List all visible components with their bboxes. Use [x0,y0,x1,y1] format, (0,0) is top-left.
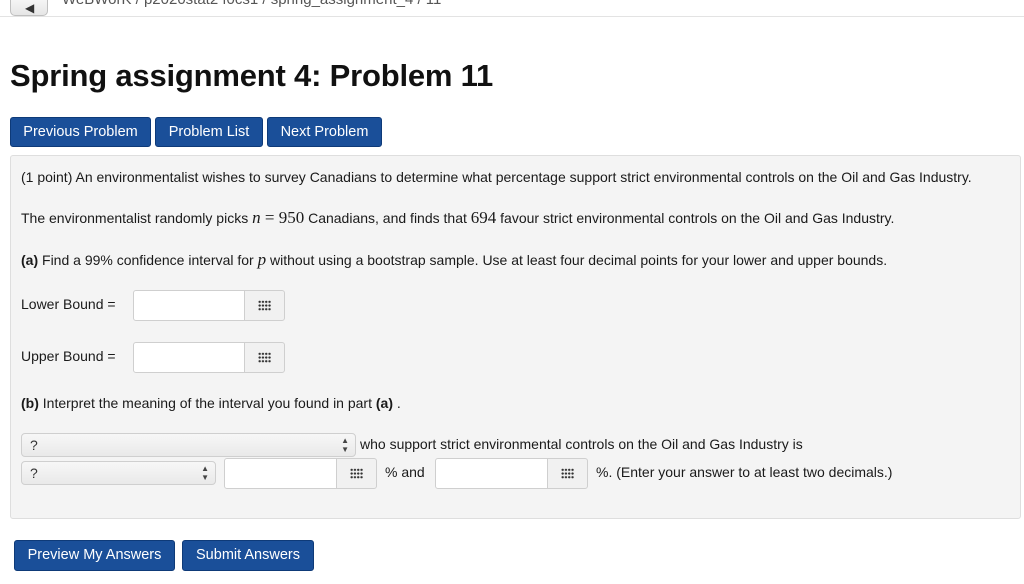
interval-low-input[interactable] [224,458,337,489]
part-b-question: (b) Interpret the meaning of the interva… [21,395,401,411]
part-b-text-1: Interpret the meaning of the interval yo… [38,395,376,411]
problem-list-button[interactable]: Problem List [155,117,263,147]
equation-grid-icon [561,468,574,479]
problem-body: (1 point) An environmentalist wishes to … [10,155,1021,519]
population-select-value: ? [30,437,38,453]
top-breadcrumb-bar: ◀ WeBWorK / p2020stat2 f0cs1 / spring_as… [0,0,1024,17]
chevron-left-icon: ◀ [25,1,35,15]
n-value: = 950 [260,208,305,227]
part-a-text-2: without using a bootstrap sample. Use at… [266,252,888,268]
next-problem-button[interactable]: Next Problem [267,117,382,147]
confidence-select[interactable]: ? ▲ ▼ [21,461,216,485]
part-a-question: (a) Find a 99% confidence interval for p… [21,250,887,270]
updown-arrow-icon: ▲ ▼ [341,436,349,454]
end-instruction-text: %. (Enter your answer to at least two de… [596,464,893,480]
equation-grid-icon [350,468,363,479]
p-variable: p [257,250,267,269]
breadcrumb[interactable]: WeBWorK / p2020stat2 f0cs1 / spring_assi… [62,0,441,8]
lower-bound-label: Lower Bound = [21,296,116,312]
sample-text-c: favour strict environmental controls on … [496,210,895,226]
confidence-select-value: ? [30,465,38,481]
n-variable: n [252,208,261,227]
equation-grid-icon [258,352,271,363]
equation-grid-icon [258,300,271,311]
part-b-text-2: . [393,395,401,411]
part-a-text-1: Find a 99% confidence interval for [38,252,258,268]
part-b-label: (b) [21,395,39,411]
lower-bound-input[interactable] [133,290,245,321]
between-text: % and [385,464,425,480]
part-a-label: (a) [21,252,39,268]
interval-low-equation-button[interactable] [336,458,377,489]
upper-bound-label: Upper Bound = [21,348,116,364]
select-suffix-text: who support strict environmental control… [360,436,803,452]
n-equation: n = 950 [252,208,304,227]
upper-bound-input[interactable] [133,342,245,373]
page-title: Spring assignment 4: Problem 11 [10,58,494,93]
lower-bound-equation-button[interactable] [244,290,285,321]
problem-sample-text: The environmentalist randomly picks n = … [21,208,894,228]
sample-text-a: The environmentalist randomly picks [21,210,253,226]
preview-answers-button[interactable]: Preview My Answers [14,540,175,571]
previous-problem-button[interactable]: Previous Problem [10,117,151,147]
problem-intro: (1 point) An environmentalist wishes to … [21,169,972,185]
interval-high-equation-button[interactable] [547,458,588,489]
interval-high-input[interactable] [435,458,548,489]
submit-answers-button[interactable]: Submit Answers [182,540,314,571]
upper-bound-equation-button[interactable] [244,342,285,373]
sample-text-b: Canadians, and finds that [304,210,471,226]
favour-count: 694 [470,208,497,227]
updown-arrow-icon: ▲ ▼ [201,464,209,482]
back-button[interactable]: ◀ [10,0,48,16]
part-b-ref: (a) [375,395,393,411]
population-select[interactable]: ? ▲ ▼ [21,433,356,457]
